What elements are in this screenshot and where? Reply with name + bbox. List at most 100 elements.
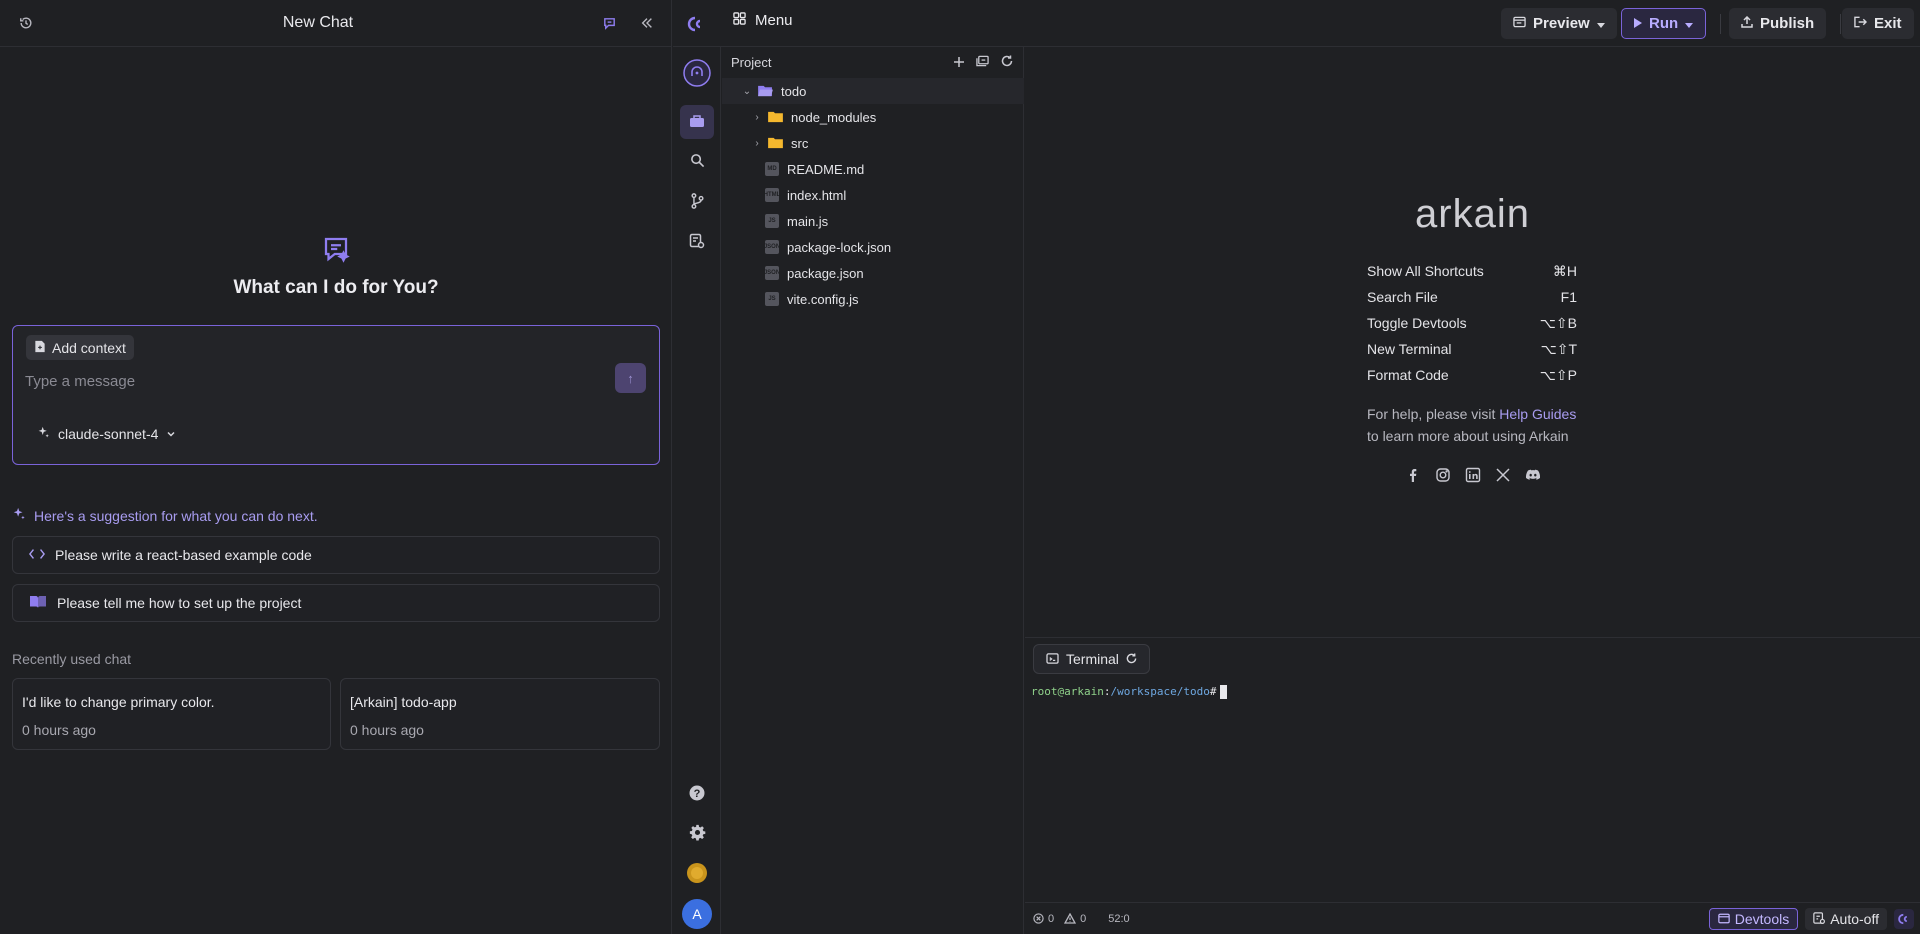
tree-file[interactable]: JS main.js: [722, 208, 1024, 234]
help-suffix: to learn more about using Arkain: [1367, 428, 1569, 444]
json-file-icon: JSON: [764, 266, 780, 280]
shortcut-row[interactable]: Format Code ⌥⇧P: [1367, 367, 1577, 393]
prompt-end: #: [1209, 685, 1217, 698]
chat-header: New Chat: [0, 0, 671, 47]
publish-button[interactable]: Publish: [1729, 8, 1827, 39]
hero-title: What can I do for You?: [233, 277, 439, 298]
gear-icon: [689, 824, 706, 844]
recent-chat-title: [Arkain] todo-app: [350, 694, 457, 710]
collapse-all-icon[interactable]: [976, 55, 989, 70]
terminal-panel: Terminal root@arkain:/workspace/todo#: [1025, 637, 1920, 902]
coin-icon: [686, 862, 708, 887]
logout-icon: [1854, 15, 1868, 32]
new-chat-icon[interactable]: [599, 13, 619, 33]
tree-file[interactable]: JS vite.config.js: [722, 286, 1024, 312]
discord-icon[interactable]: [1525, 467, 1541, 486]
exit-label: Exit: [1874, 15, 1902, 32]
suggestion-text: Please write a react-based example code: [55, 547, 312, 563]
help-guides-link[interactable]: Help Guides: [1499, 406, 1576, 422]
database-item[interactable]: [680, 225, 714, 259]
project-explorer-item[interactable]: [680, 105, 714, 139]
refresh-icon[interactable]: [1126, 651, 1137, 667]
help-text: For help, please visit Help Guides to le…: [1367, 403, 1576, 447]
recent-chat-time: 0 hours ago: [350, 722, 424, 738]
tree-file[interactable]: JSON package.json: [722, 260, 1024, 286]
user-avatar[interactable]: A: [680, 897, 714, 931]
recent-chat-card[interactable]: [Arkain] todo-app 0 hours ago: [340, 678, 660, 750]
facebook-icon[interactable]: [1405, 467, 1421, 486]
exit-button[interactable]: Exit: [1842, 8, 1914, 39]
suggestion-react-code[interactable]: Please write a react-based example code: [12, 536, 660, 574]
preview-icon: [1513, 15, 1526, 32]
auto-off-button[interactable]: Auto-off: [1805, 908, 1887, 930]
add-context-button[interactable]: Add context: [26, 335, 134, 360]
recent-chat-card[interactable]: I'd like to change primary color. 0 hour…: [12, 678, 331, 750]
credits-item[interactable]: [680, 857, 714, 891]
message-input[interactable]: [25, 366, 605, 396]
file-plus-icon: [34, 340, 46, 356]
shortcut-row[interactable]: Search File F1: [1367, 289, 1577, 315]
problems-warnings[interactable]: 0: [1064, 913, 1086, 925]
tree-file[interactable]: MD README.md: [722, 156, 1024, 182]
shortcut-row[interactable]: Toggle Devtools ⌥⇧B: [1367, 315, 1577, 341]
avatar-letter: A: [692, 906, 702, 922]
tree-file[interactable]: JSON package-lock.json: [722, 234, 1024, 260]
suggestion-setup-project[interactable]: Please tell me how to set up the project: [12, 584, 660, 622]
tree-file[interactable]: HTML index.html: [722, 182, 1024, 208]
tree-folder[interactable]: › src: [722, 130, 1024, 156]
tree-item-label: package-lock.json: [787, 239, 892, 255]
caret-down-icon: [1685, 15, 1694, 32]
recent-chat-title: I'd like to change primary color.: [22, 694, 215, 710]
warning-count: 0: [1080, 912, 1087, 925]
x-twitter-icon[interactable]: [1495, 467, 1511, 486]
preview-button[interactable]: Preview: [1501, 8, 1617, 39]
menu-button[interactable]: Menu: [733, 12, 793, 29]
shortcut-label: Search File: [1367, 289, 1438, 305]
terminal-cursor: [1220, 685, 1228, 699]
shortcut-row[interactable]: Show All Shortcuts ⌘H: [1367, 263, 1577, 289]
devtools-button[interactable]: Devtools: [1708, 908, 1799, 930]
instagram-icon[interactable]: [1435, 467, 1451, 486]
tree-folder[interactable]: › node_modules: [722, 104, 1024, 130]
add-file-icon[interactable]: [954, 55, 964, 70]
problems-errors[interactable]: 0: [1033, 913, 1054, 925]
sparkle-icon: [37, 426, 50, 442]
arkain-badge[interactable]: [1894, 909, 1914, 929]
book-icon: [29, 595, 47, 612]
ai-assistant-item[interactable]: [680, 57, 714, 91]
help-circle-icon: ?: [689, 785, 705, 804]
search-item[interactable]: [680, 145, 714, 179]
preview-label: Preview: [1533, 15, 1590, 32]
linkedin-icon[interactable]: [1465, 467, 1481, 486]
tree-item-label: todo: [781, 83, 807, 99]
send-button[interactable]: ↑: [615, 363, 646, 393]
source-control-item[interactable]: [680, 185, 714, 219]
settings-item[interactable]: [680, 817, 714, 851]
devtools-label: Devtools: [1734, 911, 1790, 927]
shortcut-row[interactable]: New Terminal ⌥⇧T: [1367, 341, 1577, 367]
history-icon[interactable]: [16, 13, 36, 33]
code-icon: [28, 547, 46, 563]
help-item[interactable]: ?: [680, 777, 714, 811]
tree-folder-root[interactable]: ⌄ todo: [722, 78, 1024, 104]
chevron-right-icon: ›: [755, 111, 759, 123]
tree-item-label: index.html: [787, 187, 847, 203]
tree-item-label: src: [791, 135, 809, 151]
terminal-tab[interactable]: Terminal: [1033, 644, 1150, 674]
terminal-prompt[interactable]: root@arkain:/workspace/todo#: [1031, 685, 1228, 699]
git-branch-icon: [690, 192, 705, 212]
model-selector[interactable]: claude-sonnet-4: [37, 426, 176, 442]
tree-item-label: package.json: [787, 265, 864, 281]
refresh-icon[interactable]: [1001, 55, 1013, 70]
html-file-icon: HTML: [764, 188, 780, 202]
arkain-logo-icon[interactable]: [686, 14, 706, 34]
toolbar-divider: [1720, 14, 1721, 34]
run-button[interactable]: Run: [1621, 8, 1707, 39]
chat-bot-icon: [321, 237, 351, 267]
chevron-down-icon: [166, 426, 176, 442]
activity-bar: ? A: [673, 47, 721, 934]
status-right: Devtools Auto-off: [1708, 908, 1914, 930]
shortcut-keys: ⌥⇧T: [1540, 341, 1577, 357]
cursor-position[interactable]: 52:0: [1108, 913, 1129, 925]
collapse-panel-icon[interactable]: [637, 13, 657, 33]
